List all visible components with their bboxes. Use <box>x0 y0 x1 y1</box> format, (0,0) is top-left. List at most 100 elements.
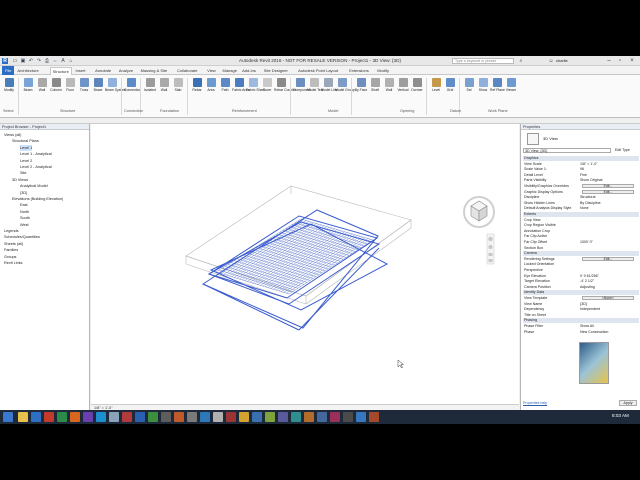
taskbar-app-icon[interactable] <box>122 412 132 422</box>
property-row[interactable]: Camera Position Adjusting <box>523 285 639 290</box>
tool-modify-button[interactable]: Modify <box>2 77 16 101</box>
view-cube[interactable] <box>463 196 495 228</box>
taskbar-app-icon[interactable] <box>265 412 275 422</box>
browser-item[interactable]: Sheets (all) <box>4 241 23 247</box>
panel-work-plane[interactable]: Work Plane <box>488 109 508 113</box>
tool-truss-button[interactable]: Truss <box>77 77 91 101</box>
taskbar-app-icon[interactable] <box>369 412 379 422</box>
property-row[interactable]: Detail Level Fine <box>523 173 639 178</box>
property-value[interactable]: 96 <box>580 167 584 172</box>
tab-annotate[interactable]: Annotate <box>95 67 111 75</box>
tool-model-text-button[interactable]: Model Text <box>307 77 323 101</box>
property-value[interactable]: 1/8" = 1'-0" <box>580 162 598 167</box>
property-row[interactable]: Locked Orientation <box>523 262 639 267</box>
panel-reinforcement[interactable]: Reinforcement <box>232 109 257 113</box>
browser-item[interactable]: Groups <box>4 254 16 260</box>
browser-item[interactable]: North <box>20 209 29 215</box>
drawing-canvas[interactable] <box>91 124 519 404</box>
taskbar-app-icon[interactable] <box>135 412 145 422</box>
property-row[interactable]: Phase Filter Show All <box>523 324 639 329</box>
tab-collaborate[interactable]: Collaborate <box>177 67 197 75</box>
taskbar-app-icon[interactable] <box>109 412 119 422</box>
browser-item[interactable]: Level 2 - Analytical <box>20 164 52 170</box>
taskbar-app-icon[interactable] <box>57 412 67 422</box>
property-row[interactable]: Annotation Crop <box>523 229 639 234</box>
tab-modify[interactable]: Modify <box>377 67 389 75</box>
taskbar-app-icon[interactable] <box>304 412 314 422</box>
tab-manage[interactable]: Manage <box>223 67 237 75</box>
minimize-button[interactable]: – <box>604 57 614 65</box>
property-group-header[interactable]: Identity Data <box>523 290 639 296</box>
tool-by-face-button[interactable]: By Face <box>354 77 368 101</box>
tool-wall-button[interactable]: Wall <box>157 77 171 101</box>
browser-item[interactable]: Level 2 <box>20 158 32 164</box>
property-row[interactable]: Far Clip Active <box>523 234 639 239</box>
property-row[interactable]: Phase New Construction <box>523 330 639 335</box>
search-input[interactable]: Type a keyword or phrase <box>452 58 514 64</box>
tool-cover-button[interactable]: Cover <box>260 77 274 101</box>
property-edit-button[interactable]: <None> <box>582 296 634 300</box>
tool-isolated-button[interactable]: Isolated <box>143 77 157 101</box>
property-row[interactable]: Discipline Structural <box>523 195 639 200</box>
taskbar-app-icon[interactable] <box>330 412 340 422</box>
property-value[interactable]: Adjusting <box>580 285 595 290</box>
tool-brace-button[interactable]: Brace <box>91 77 105 101</box>
property-row[interactable]: Perspective <box>523 268 639 273</box>
tool-fabric-sheet-button[interactable]: Fabric Sheet <box>246 77 265 101</box>
tool-connection-button[interactable]: Connection <box>124 77 141 101</box>
tab-analyze[interactable]: Analyze <box>119 67 133 75</box>
taskbar-app-icon[interactable] <box>252 412 262 422</box>
taskbar-app-icon[interactable] <box>278 412 288 422</box>
property-row[interactable]: Far Clip Offset 1000' 0" <box>523 240 639 245</box>
tool-model-group-button[interactable]: Model Group <box>335 77 355 101</box>
property-value[interactable]: Independent <box>580 307 600 312</box>
browser-item[interactable]: South <box>20 215 30 221</box>
tool-beam-system-button[interactable]: Beam System <box>105 77 126 101</box>
tab-architecture[interactable]: Architecture <box>17 67 38 75</box>
panel-foundation[interactable]: Foundation <box>160 109 179 113</box>
apply-button[interactable]: Apply <box>619 400 637 406</box>
browser-item[interactable]: Structural Plans <box>12 138 39 144</box>
tool-slab-button[interactable]: Slab <box>171 77 185 101</box>
tool-path-button[interactable]: Path <box>218 77 232 101</box>
panel-connection[interactable]: Connection <box>124 109 143 113</box>
start-icon[interactable] <box>3 412 13 422</box>
property-row[interactable]: Dependency Independent <box>523 307 639 312</box>
tool-component-button[interactable]: Component <box>293 77 311 101</box>
tool-rebar-coupler-button[interactable]: Rebar Coupler <box>274 77 296 101</box>
taskbar-app-icon[interactable] <box>148 412 158 422</box>
property-row[interactable]: View Template <None> <box>523 296 639 301</box>
property-value[interactable]: New Construction <box>580 330 608 335</box>
tab-massing-site[interactable]: Massing & Site <box>141 67 168 75</box>
taskbar-app-icon[interactable] <box>239 412 249 422</box>
browser-item[interactable]: Schedules/Quantities <box>4 234 40 240</box>
tool-level-button[interactable]: Level <box>429 77 443 101</box>
taskbar-app-icon[interactable] <box>96 412 106 422</box>
taskbar-app-icon[interactable] <box>317 412 327 422</box>
tool-beam-button[interactable]: Beam <box>21 77 35 101</box>
browser-item[interactable]: Revit Links <box>4 260 23 266</box>
tool-model-line-button[interactable]: Model Line <box>321 77 338 101</box>
tab-add-ins[interactable]: Add-Ins <box>242 67 256 75</box>
tool-grid-button[interactable]: Grid <box>443 77 457 101</box>
property-value[interactable]: By Discipline <box>580 201 601 206</box>
property-row[interactable]: Parts Visibility Show Original <box>523 178 639 183</box>
taskbar-app-icon[interactable] <box>18 412 28 422</box>
tab-autodesk-point-layout[interactable]: Autodesk Point Layout <box>298 67 338 75</box>
property-row[interactable]: Section Box <box>523 246 639 251</box>
browser-item[interactable]: Elevations (Building Elevation) <box>12 196 63 202</box>
tab-structure[interactable]: Structure <box>49 67 72 75</box>
browser-item[interactable]: 3D Views <box>12 177 28 183</box>
taskbar-app-icon[interactable] <box>291 412 301 422</box>
taskbar-app-icon[interactable] <box>187 412 197 422</box>
taskbar-app-icon[interactable] <box>213 412 223 422</box>
property-row[interactable]: Default Analysis Display Style None <box>523 206 639 211</box>
taskbar-app-icon[interactable] <box>174 412 184 422</box>
taskbar-app-icon[interactable] <box>44 412 54 422</box>
user-icon[interactable]: ☺ <box>548 58 554 64</box>
tool-rebar-button[interactable]: Rebar <box>190 77 204 101</box>
tab-file[interactable]: File <box>2 66 15 75</box>
property-row[interactable]: Visibility/Graphics Overrides Edit... <box>523 184 639 189</box>
browser-item[interactable]: Analytical Model <box>20 183 48 189</box>
property-value[interactable]: Show Original <box>580 178 602 183</box>
